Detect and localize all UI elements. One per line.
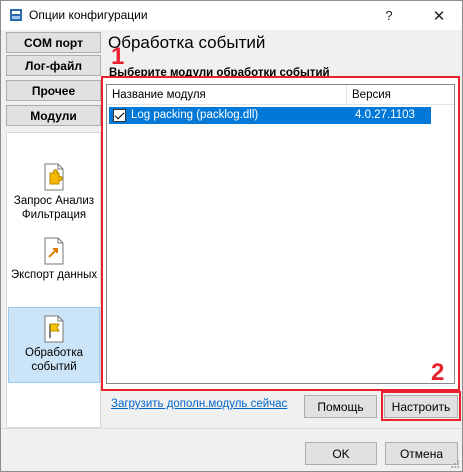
nav-item-label: Запрос Анализ Фильтрация bbox=[13, 195, 95, 221]
puzzle-document-icon bbox=[44, 163, 64, 191]
module-checkbox[interactable] bbox=[113, 109, 126, 122]
annotation-number-1: 1 bbox=[111, 43, 125, 70]
config-options-window: Опции конфигурации ? ✕ COM порт Лог-файл… bbox=[0, 0, 463, 472]
column-header-version[interactable]: Версия bbox=[347, 85, 454, 105]
resize-grip-icon[interactable] bbox=[450, 459, 460, 469]
nav-item-query-analysis[interactable]: Запрос Анализ Фильтрация bbox=[8, 163, 100, 222]
column-header-module-name[interactable]: Название модуля bbox=[107, 85, 347, 105]
annotation-highlight-modules-list: Название модуля Версия Log packing (pack… bbox=[101, 76, 460, 391]
window-title: Опции конфигурации bbox=[29, 8, 148, 22]
document-export-icon bbox=[44, 237, 64, 265]
modules-panel: Запрос Анализ Фильтрация Экспорт данных … bbox=[6, 132, 101, 428]
list-header: Название модуля Версия bbox=[107, 85, 454, 105]
page-title: Обработка событий bbox=[108, 33, 266, 52]
annotation-number-2: 2 bbox=[431, 359, 445, 386]
help-title-button[interactable]: ? bbox=[366, 1, 412, 30]
cancel-button[interactable]: Отмена bbox=[385, 442, 458, 465]
title-bar: Опции конфигурации ? ✕ bbox=[1, 1, 462, 30]
help-button[interactable]: Помощь bbox=[304, 395, 377, 418]
download-module-link[interactable]: Загрузить дополн.модуль сейчас bbox=[111, 398, 287, 410]
nav-button-modules[interactable]: Модули bbox=[6, 105, 101, 126]
table-row[interactable]: Log packing (packlog.dll) 4.0.27.1103 bbox=[109, 107, 431, 124]
footer-divider bbox=[1, 428, 462, 429]
nav-button-other[interactable]: Прочее bbox=[6, 80, 101, 101]
nav-button-com-port[interactable]: COM порт bbox=[6, 32, 101, 53]
configure-button[interactable]: Настроить bbox=[384, 395, 458, 418]
modules-list[interactable]: Название модуля Версия Log packing (pack… bbox=[106, 84, 455, 384]
app-icon bbox=[10, 9, 22, 21]
ok-button[interactable]: OK bbox=[305, 442, 377, 465]
sidebar: COM порт Лог-файл Прочее Модули Запрос А… bbox=[1, 30, 104, 428]
module-name-cell: Log packing (packlog.dll) bbox=[131, 109, 259, 121]
close-button[interactable]: ✕ bbox=[416, 1, 462, 30]
nav-item-label: Экспорт данных bbox=[10, 269, 98, 281]
nav-button-log-file[interactable]: Лог-файл bbox=[6, 55, 101, 76]
nav-item-label: Обработка событий bbox=[25, 347, 83, 373]
nav-item-export-data[interactable]: Экспорт данных bbox=[8, 237, 100, 282]
flag-document-icon bbox=[44, 315, 64, 343]
module-version-cell: 4.0.27.1103 bbox=[355, 109, 415, 121]
nav-item-event-processing[interactable]: Обработка событий bbox=[8, 307, 100, 383]
